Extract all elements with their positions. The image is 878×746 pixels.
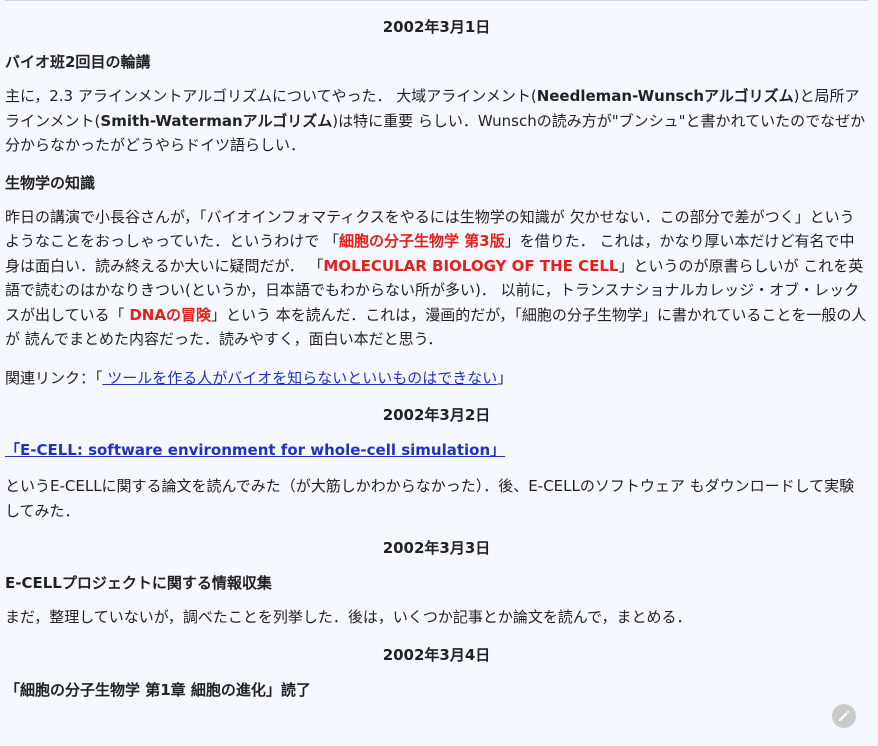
section-paragraph: まだ，整理していないが，調べたことを列挙した．後は，いくつか記事とか論文を読んで…	[5, 608, 692, 626]
related-link[interactable]: ツールを作る人がバイオを知らないといいものはできない	[103, 369, 497, 387]
pencil-icon	[839, 710, 850, 721]
text-run: 」	[497, 368, 513, 387]
entry-date: 2002年3月4日	[382, 645, 491, 664]
section-heading: バイオ班2回目の輪講	[5, 53, 151, 71]
related-links: 関連リンク：「 ツールを作る人がバイオを知らないといいものはできない」	[5, 366, 868, 391]
entry-date: 2002年3月3日	[382, 539, 491, 557]
section-heading: 生物学の知識	[5, 173, 96, 192]
top-divider	[5, 0, 868, 1]
paper-title: 「E-CELL: software environment for whole-…	[5, 439, 868, 460]
section-paragraph: 昨日の講演で小長谷さんが，「バイオインフォマティクスをやるには生物学の知識が 欠…	[5, 205, 868, 352]
bold-term: Smith-Watermanアルゴリズム	[100, 111, 333, 130]
paper-link[interactable]: 「E-CELL: software environment for whole-…	[5, 441, 505, 459]
highlighted-title: 細胞の分子生物学 第3版	[339, 232, 505, 250]
blog-page: 2002年3月1日 バイオ班2回目の輪講 主に，2.3 アラインメントアルゴリズ…	[0, 0, 878, 746]
section-paragraph: 主に，2.3 アラインメントアルゴリズムについてやった． 大域アラインメント(N…	[5, 84, 868, 158]
section-heading: E-CELLプロジェクトに関する情報収集	[5, 574, 272, 592]
text-run: 主に，2.3 アラインメントアルゴリズムについてやった． 大域アラインメント(	[5, 87, 537, 105]
edit-icon[interactable]	[832, 704, 856, 728]
highlighted-title: MOLECULAR BIOLOGY OF THE CELL	[323, 256, 619, 275]
bold-term: Needleman-Wunschアルゴリズム	[536, 87, 794, 105]
entry-date: 2002年3月1日	[382, 18, 491, 36]
entry-date: 2002年3月2日	[382, 406, 491, 424]
text-run: 関連リンク：「	[5, 368, 103, 387]
section-paragraph: というE-CELLに関する論文を読んでみた（が大筋しかわからなかった）．後、E-…	[5, 477, 855, 520]
highlighted-title: DNAの冒険	[129, 305, 211, 324]
section-heading: 「細胞の分子生物学 第1章 細胞の進化」読了	[5, 680, 311, 699]
